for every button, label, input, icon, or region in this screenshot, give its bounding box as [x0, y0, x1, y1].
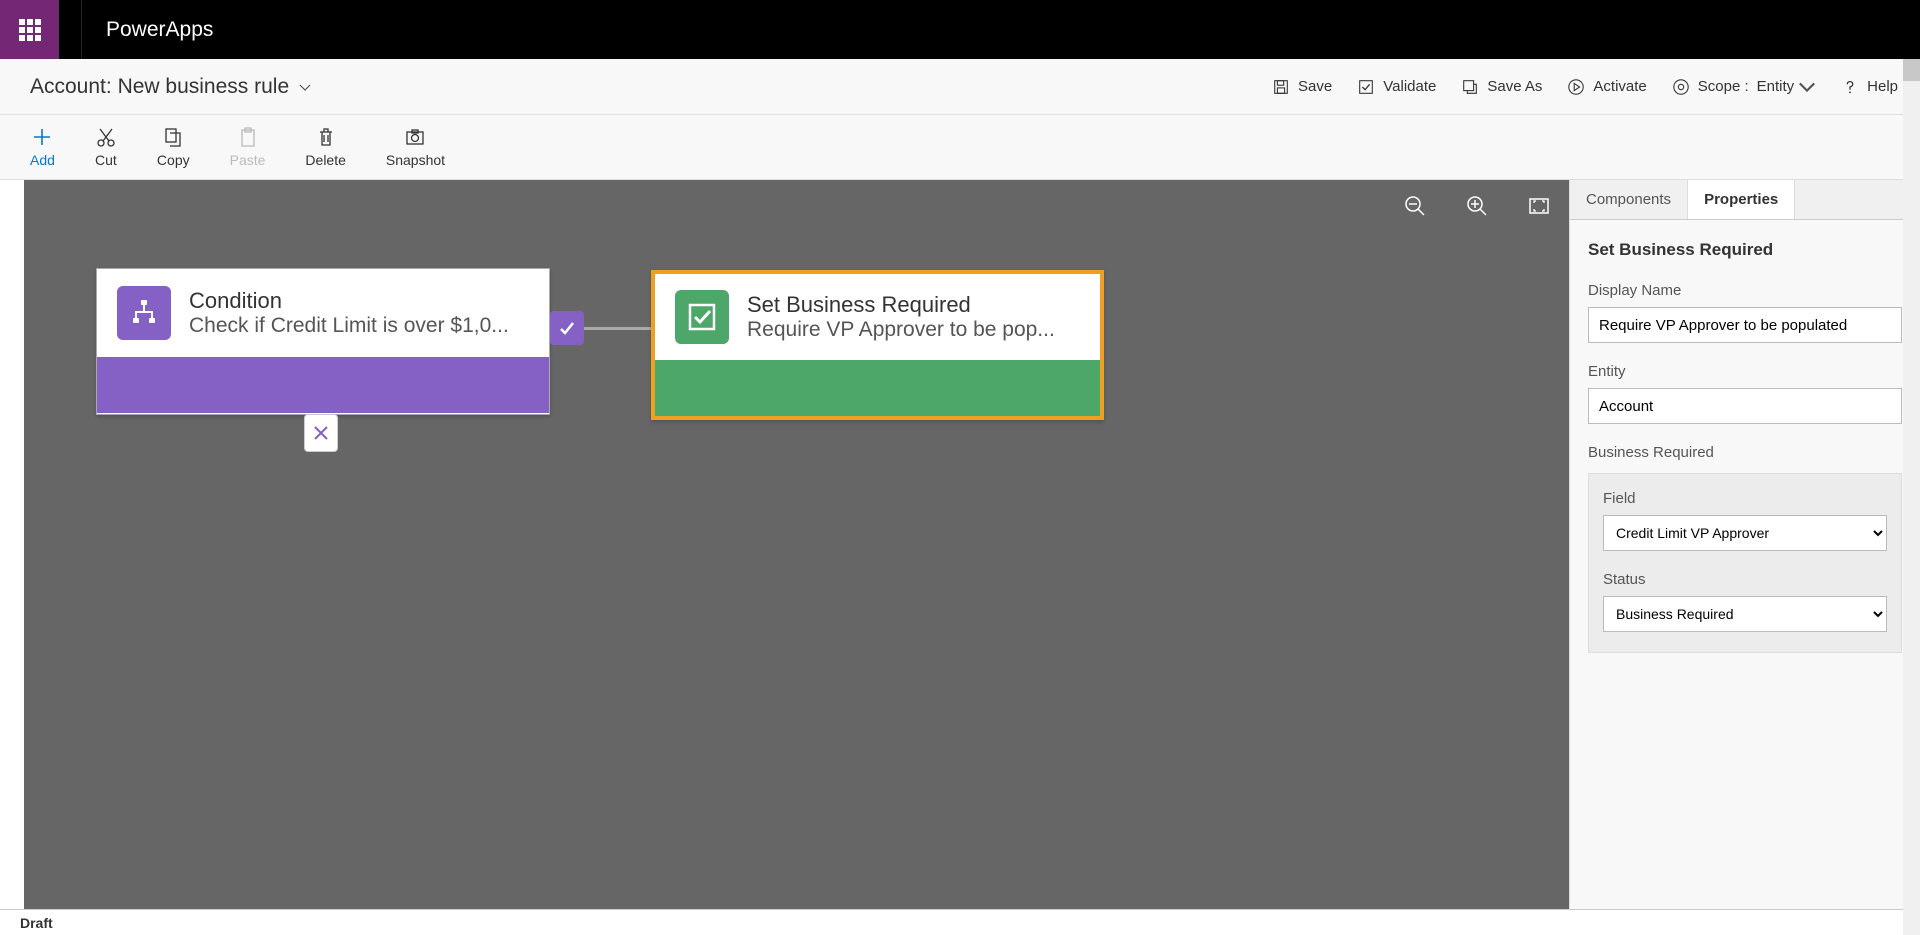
save-as-button[interactable]: Save As [1461, 78, 1542, 96]
paste-label: Paste [230, 152, 266, 168]
scope-label: Scope : [1698, 78, 1749, 95]
cut-icon [95, 126, 117, 148]
delete-icon [315, 126, 337, 148]
validate-label: Validate [1383, 78, 1436, 95]
connector-false[interactable] [304, 414, 338, 452]
condition-card[interactable]: Condition Check if Credit Limit is over … [96, 268, 550, 415]
validate-button[interactable]: Validate [1357, 78, 1436, 96]
save-icon [1272, 78, 1290, 96]
global-header: PowerApps [0, 0, 1920, 59]
scrollbar-up[interactable] [1903, 59, 1920, 81]
action-card[interactable]: Set Business Required Require VP Approve… [651, 270, 1104, 420]
entity-label: Entity [1588, 363, 1902, 380]
zoom-out-button[interactable] [1403, 194, 1427, 218]
save-button[interactable]: Save [1272, 78, 1332, 96]
activate-icon [1567, 78, 1585, 96]
entity-input[interactable] [1588, 388, 1902, 424]
canvas[interactable]: Condition Check if Credit Limit is over … [24, 180, 1569, 909]
snapshot-button[interactable]: Snapshot [386, 126, 445, 168]
app-launcher-button[interactable] [0, 0, 59, 59]
connector-check-icon [550, 311, 584, 345]
condition-icon [117, 286, 171, 340]
copy-icon [162, 126, 184, 148]
delete-button[interactable]: Delete [305, 126, 345, 168]
save-label: Save [1298, 78, 1332, 95]
entity-name: Account: [30, 75, 112, 98]
condition-footer [97, 357, 549, 413]
tab-components[interactable]: Components [1570, 180, 1688, 219]
display-name-input[interactable] [1588, 307, 1902, 343]
field-select[interactable]: Credit Limit VP Approver [1603, 515, 1887, 551]
draft-status: Draft [20, 915, 53, 931]
add-button[interactable]: Add [30, 126, 55, 168]
action-footer [655, 360, 1100, 416]
close-icon [312, 424, 330, 442]
status-select[interactable]: Business Required [1603, 596, 1887, 632]
add-label: Add [30, 152, 55, 168]
fit-screen-button[interactable] [1527, 194, 1551, 218]
activate-button[interactable]: Activate [1567, 78, 1646, 96]
action-title: Set Business Required [747, 292, 1055, 318]
save-as-icon [1461, 78, 1479, 96]
condition-subtitle: Check if Credit Limit is over $1,0... [189, 314, 509, 338]
scope-icon [1672, 78, 1690, 96]
paste-button: Paste [230, 126, 266, 168]
cut-button[interactable]: Cut [95, 126, 117, 168]
zoom-in-button[interactable] [1465, 194, 1489, 218]
scope-value: Entity [1757, 78, 1795, 95]
rule-name: New business rule [118, 75, 290, 98]
waffle-icon [19, 19, 41, 41]
title-bar: Account: New business rule Save Validate… [0, 59, 1920, 115]
validate-icon [1357, 78, 1375, 96]
snapshot-label: Snapshot [386, 152, 445, 168]
action-subtitle: Require VP Approver to be pop... [747, 318, 1055, 342]
tab-properties[interactable]: Properties [1688, 180, 1795, 219]
status-bar: Draft [0, 909, 1920, 935]
toolbar: Add Cut Copy Paste Delete Snapshot [0, 115, 1920, 180]
add-icon [31, 126, 53, 148]
copy-button[interactable]: Copy [157, 126, 190, 168]
properties-panel: Components Properties Set Business Requi… [1569, 180, 1920, 909]
snapshot-icon [404, 126, 426, 148]
connector-true [550, 308, 652, 348]
help-label: Help [1867, 78, 1898, 95]
delete-label: Delete [305, 152, 345, 168]
section-title: Business Required [1588, 444, 1902, 461]
chevron-down-icon [299, 81, 311, 93]
activate-label: Activate [1593, 78, 1646, 95]
copy-label: Copy [157, 152, 190, 168]
field-label: Field [1603, 490, 1887, 507]
rule-title-dropdown[interactable]: Account: New business rule [30, 75, 311, 99]
scrollbar-track[interactable] [1903, 81, 1920, 935]
help-icon [1841, 78, 1859, 96]
action-icon [675, 290, 729, 344]
app-name: PowerApps [82, 18, 213, 42]
cut-label: Cut [95, 152, 117, 168]
panel-title: Set Business Required [1588, 240, 1902, 260]
scope-selector[interactable]: Scope : Entity [1672, 78, 1816, 96]
display-name-label: Display Name [1588, 282, 1902, 299]
page-title: Account: New business rule [30, 75, 289, 99]
paste-icon [237, 126, 259, 148]
save-as-label: Save As [1487, 78, 1542, 95]
condition-title: Condition [189, 288, 509, 314]
status-label: Status [1603, 571, 1887, 588]
chevron-down-icon [1798, 78, 1816, 96]
help-button[interactable]: Help [1841, 78, 1898, 96]
